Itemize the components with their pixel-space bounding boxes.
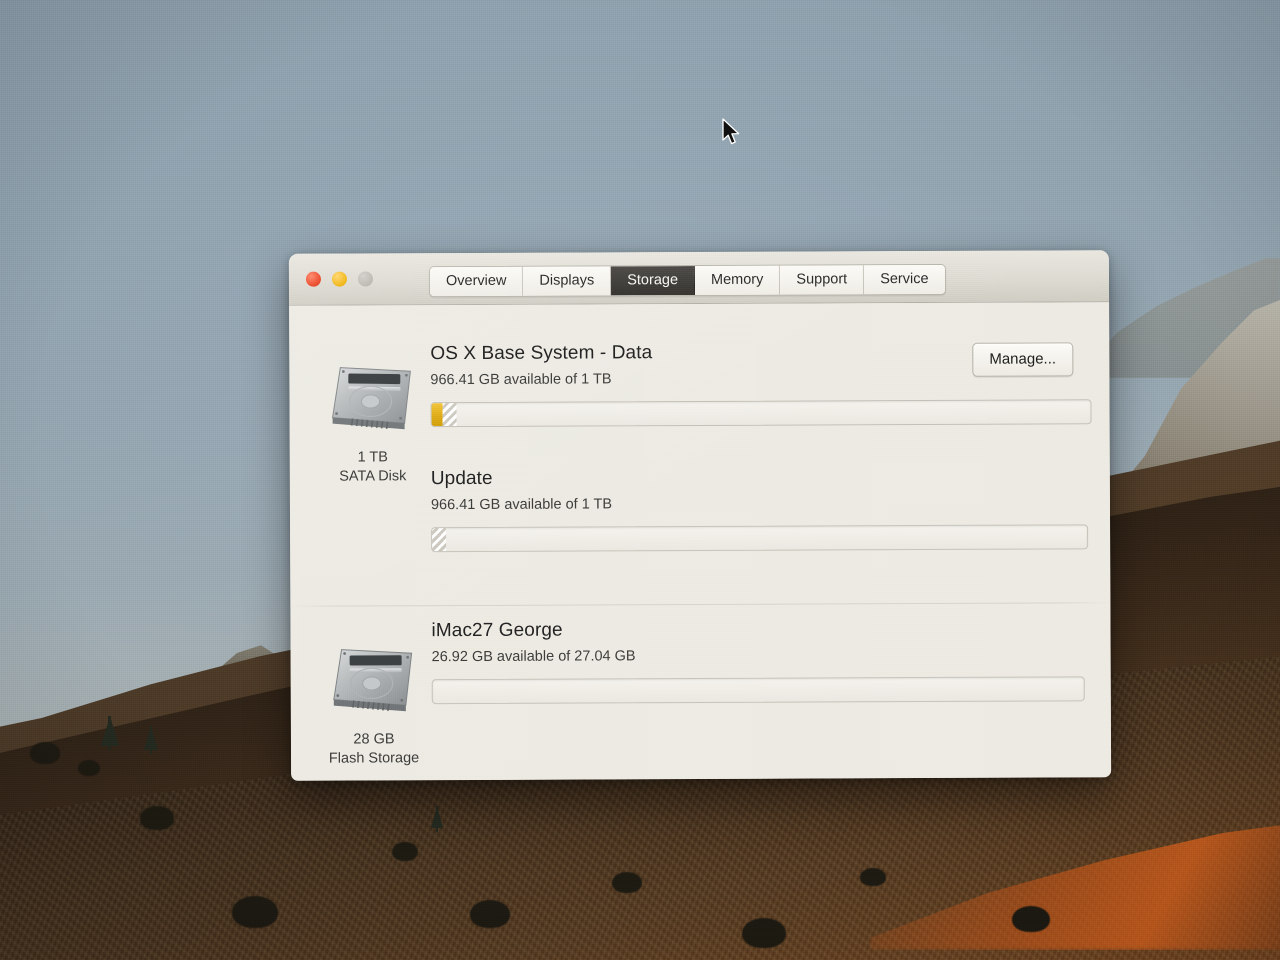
- disk-kind-label: Flash Storage: [328, 750, 420, 767]
- shrub: [860, 868, 886, 886]
- tab-displays[interactable]: Displays: [523, 266, 612, 296]
- manage-button[interactable]: Manage...: [972, 342, 1074, 377]
- tab-memory[interactable]: Memory: [694, 265, 781, 296]
- zoom-button-icon: [357, 271, 373, 287]
- volume-name: iMac27 George: [431, 619, 563, 642]
- disk-capacity-label: 28 GB: [353, 731, 395, 748]
- shrub: [140, 806, 174, 830]
- tab-service[interactable]: Service: [864, 264, 945, 295]
- conifer-tree: [436, 806, 438, 832]
- shrub: [1012, 906, 1050, 932]
- disk-capacity-kind: 28 GB Flash Storage: [310, 730, 438, 769]
- volume-usage-bar: [431, 524, 1089, 553]
- tab-storage[interactable]: Storage: [611, 266, 696, 296]
- shrub: [392, 842, 418, 861]
- shrub: [470, 900, 510, 928]
- volume-usage-bar: [431, 676, 1085, 705]
- disk-capacity-kind: 1 TB SATA Disk: [309, 448, 437, 487]
- disk-device-flash: 28 GB Flash Storage: [310, 643, 439, 769]
- volume-update: Update 966.41 GB available of 1 TB: [430, 465, 1089, 553]
- window-titlebar[interactable]: Overview Displays Storage Memory Support…: [288, 250, 1110, 306]
- shrub: [612, 872, 642, 893]
- usage-segment-used: [431, 403, 443, 427]
- shrub: [232, 896, 278, 928]
- volume-name: Update: [430, 467, 493, 490]
- tab-support[interactable]: Support: [780, 265, 865, 295]
- hard-disk-icon: [326, 361, 418, 439]
- disk-kind-label: SATA Disk: [339, 468, 407, 485]
- conifer-tree: [150, 726, 152, 754]
- about-this-mac-window[interactable]: Overview Displays Storage Memory Support…: [288, 250, 1112, 781]
- volume-imac27-george: iMac27 George 26.92 GB available of 27.0…: [431, 617, 1085, 705]
- shrub: [30, 742, 60, 764]
- volume-availability: 26.92 GB available of 27.04 GB: [431, 648, 636, 666]
- usage-segment-other: [432, 528, 447, 552]
- hard-disk-icon: [328, 643, 420, 721]
- disk-capacity-label: 1 TB: [357, 449, 388, 466]
- tab-overview[interactable]: Overview: [429, 266, 524, 297]
- usage-segment-other: [442, 403, 457, 427]
- volume-availability: 966.41 GB available of 1 TB: [430, 496, 613, 514]
- traffic-light-group: [289, 271, 373, 287]
- volume-usage-bar: [430, 399, 1092, 428]
- shrub: [78, 760, 100, 776]
- storage-pane: 1 TB SATA Disk OS X Base System - Data 9…: [289, 302, 1112, 781]
- tab-bar: Overview Displays Storage Memory Support…: [428, 263, 946, 298]
- minimize-button-icon[interactable]: [331, 271, 347, 287]
- conifer-tree: [108, 716, 111, 750]
- section-divider: [290, 602, 1111, 607]
- shrub: [742, 918, 786, 948]
- close-button-icon[interactable]: [305, 271, 321, 287]
- disk-device-sata: 1 TB SATA Disk: [308, 361, 437, 487]
